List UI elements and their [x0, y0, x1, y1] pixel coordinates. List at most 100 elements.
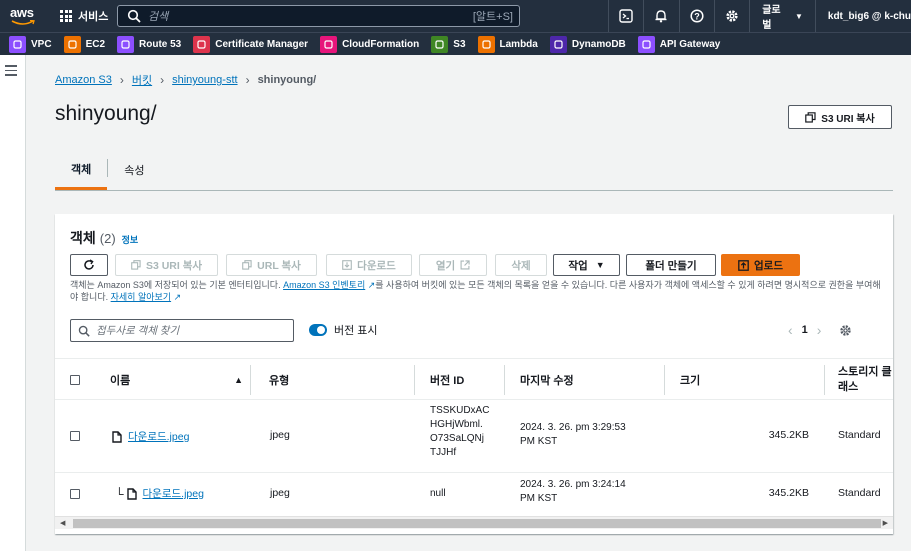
favorite-label: EC2: [85, 38, 106, 50]
version-id-line: null: [430, 488, 446, 499]
service-icon: [637, 35, 655, 53]
global-search-input[interactable]: 검색 [알트+S]: [117, 5, 520, 27]
search-shortcut: [알트+S]: [472, 11, 513, 23]
last-modified-line: 2024. 3. 26. pm 3:24:14: [520, 479, 626, 490]
favorite-dynamodb[interactable]: DynamoDB: [549, 35, 626, 53]
favorite-vpc[interactable]: VPC: [9, 35, 52, 53]
table-row[interactable]: └ 다운로드.jpeg jpeg null 2024. 3. 26. pm 3:…: [55, 473, 893, 517]
row-checkbox[interactable]: [70, 489, 80, 499]
row-checkbox-cell: [70, 431, 80, 441]
favorite-label: DynamoDB: [571, 38, 626, 50]
column-storage-class[interactable]: 스토리지 클래스: [825, 359, 893, 401]
object-type-cell: jpeg: [270, 429, 290, 441]
caret-down-icon: ▼: [595, 260, 605, 270]
open-button[interactable]: 열기: [419, 254, 487, 276]
upload-button[interactable]: 업로드: [721, 254, 800, 276]
copy-url-button[interactable]: URL 복사: [226, 254, 317, 276]
prefix-search-input[interactable]: 접두사로 객체 찾기: [70, 319, 294, 342]
column-version-id[interactable]: 버전 ID: [415, 359, 505, 401]
services-menu-button[interactable]: 서비스: [60, 0, 108, 32]
favorite-lambda[interactable]: Lambda: [477, 35, 538, 53]
notifications-button[interactable]: [643, 0, 678, 32]
upload-label: 업로드: [754, 259, 783, 272]
delete-button[interactable]: 삭제: [495, 254, 547, 276]
region-label: 글로벌: [762, 5, 781, 31]
storage-class-cell: Standard: [838, 429, 881, 441]
last-modified-line: 2024. 3. 26. pm 3:29:53: [520, 422, 626, 433]
breadcrumb-amazon-s3[interactable]: Amazon S3: [55, 74, 112, 86]
table-settings-gear-icon[interactable]: [839, 324, 852, 337]
copy-icon: [131, 260, 141, 270]
column-last-modified[interactable]: 마지막 수정: [505, 359, 665, 401]
favorite-route-53[interactable]: Route 53: [117, 35, 181, 53]
select-all-checkbox[interactable]: [70, 375, 80, 385]
column-name[interactable]: 이름 ▲: [96, 359, 251, 401]
scrollbar-thumb[interactable]: [73, 519, 881, 528]
refresh-button[interactable]: [70, 254, 108, 276]
bell-icon: [655, 10, 667, 23]
help-button[interactable]: ?: [678, 0, 714, 32]
object-type-cell: jpeg: [270, 487, 290, 499]
menu-icon[interactable]: [5, 65, 17, 79]
create-folder-label: 폴더 만들기: [645, 259, 697, 272]
favorite-cloudformation[interactable]: CloudFormation: [320, 35, 419, 53]
cloudshell-button[interactable]: [608, 0, 643, 32]
breadcrumb-bucket[interactable]: shinyoung-stt: [172, 74, 237, 86]
column-size[interactable]: 크기: [665, 359, 825, 401]
object-name-link[interactable]: 다운로드.jpeg: [143, 486, 204, 501]
favorite-label: VPC: [31, 38, 52, 50]
favorite-api-gateway[interactable]: API Gateway: [637, 35, 720, 53]
delete-label: 삭제: [511, 259, 531, 272]
pagination: ‹ 1 ›: [788, 322, 852, 338]
info-link[interactable]: 정보: [122, 233, 139, 246]
next-page-icon[interactable]: ›: [817, 322, 822, 338]
scroll-right-icon[interactable]: ▶: [883, 519, 888, 527]
copy-url-label: URL 복사: [257, 259, 301, 272]
aws-logo-text: aws: [10, 5, 34, 20]
copy-s3-uri-object-button[interactable]: S3 URI 복사: [115, 254, 218, 276]
last-modified-cell: 2024. 3. 26. pm 3:24:14 PM KST: [520, 478, 626, 506]
download-icon: [342, 260, 352, 270]
scroll-left-icon[interactable]: ◀: [60, 519, 65, 527]
panel-header: 객체 (2) 정보: [70, 228, 138, 248]
prefix-search-placeholder: 접두사로 객체 찾기: [96, 325, 180, 337]
file-icon: [112, 430, 122, 443]
services-label: 서비스: [78, 11, 109, 23]
breadcrumb-buckets[interactable]: 버킷: [132, 72, 152, 88]
chevron-right-icon: ›: [119, 73, 124, 87]
column-type[interactable]: 유형: [251, 359, 415, 401]
previous-page-icon[interactable]: ‹: [788, 322, 793, 338]
actions-dropdown-button[interactable]: 작업 ▼: [553, 254, 620, 276]
tab-properties[interactable]: 속성: [108, 150, 160, 190]
row-checkbox[interactable]: [70, 431, 80, 441]
column-storage-label: 스토리지 클래스: [838, 366, 892, 393]
horizontal-scrollbar[interactable]: ◀ ▶: [55, 516, 893, 529]
copy-s3-uri-button[interactable]: S3 URI 복사: [788, 105, 892, 129]
show-versions-toggle[interactable]: [309, 324, 327, 336]
favorite-certificate-manager[interactable]: Certificate Manager: [193, 35, 308, 53]
object-name-cell: └ 다운로드.jpeg: [115, 486, 204, 501]
search-icon: [127, 9, 141, 23]
inventory-link[interactable]: Amazon S3 인벤토리: [283, 280, 365, 290]
caret-down-icon: ▼: [794, 11, 803, 21]
column-size-label: 크기: [680, 375, 701, 387]
show-versions-label: 버전 표시: [334, 325, 378, 337]
tab-objects[interactable]: 객체: [55, 150, 108, 190]
learn-more-link[interactable]: 자세히 알아보기: [111, 292, 171, 302]
region-selector[interactable]: 글로벌 ▼: [749, 0, 815, 32]
copy-icon: [805, 111, 816, 123]
settings-button[interactable]: [713, 0, 749, 32]
service-icon: [477, 35, 495, 53]
aws-logo[interactable]: aws: [8, 0, 48, 32]
favorite-ec2[interactable]: EC2: [63, 35, 106, 53]
create-folder-button[interactable]: 폴더 만들기: [626, 254, 716, 276]
version-id-line: TJJHf: [430, 447, 457, 458]
refresh-icon: [84, 259, 94, 270]
download-button[interactable]: 다운로드: [326, 254, 412, 276]
page-number[interactable]: 1: [802, 324, 808, 336]
account-menu[interactable]: kdt_big6 @ k-chu: [814, 0, 911, 32]
favorite-s3[interactable]: S3: [431, 35, 466, 53]
table-row[interactable]: 다운로드.jpeg jpeg TSSKUDxAC HGHjWbml. O73Sa…: [55, 400, 893, 473]
object-name-link[interactable]: 다운로드.jpeg: [128, 429, 189, 444]
external-link-icon: ↗: [365, 280, 376, 290]
